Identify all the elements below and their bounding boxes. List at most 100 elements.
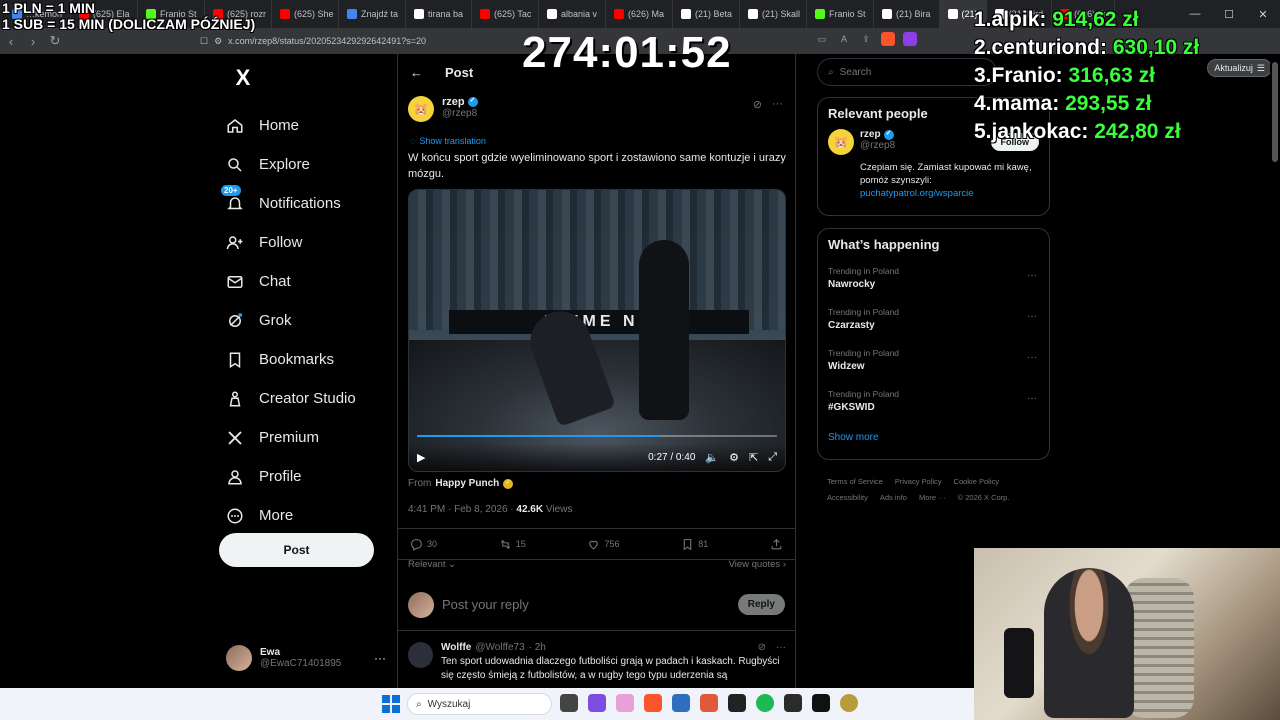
bookmark-star-icon[interactable]: ☐: [200, 36, 208, 47]
maximize-icon[interactable]: ☐: [1212, 0, 1246, 28]
author-name[interactable]: rzep: [442, 96, 465, 108]
browser-tab[interactable]: (21) Beta: [673, 0, 741, 28]
cast-icon[interactable]: ▭: [815, 32, 829, 46]
footer-link[interactable]: Cookie Policy: [954, 474, 999, 490]
commenter-avatar[interactable]: [408, 642, 433, 668]
footer-link[interactable]: Terms of Service: [827, 474, 883, 490]
grok-icon[interactable]: ⊘: [753, 98, 762, 111]
brave-shield-icon[interactable]: [881, 32, 895, 46]
more-dots-icon[interactable]: ···: [1027, 393, 1037, 404]
bookmark-action[interactable]: 81: [681, 538, 708, 551]
trend-item[interactable]: Trending in Poland #GKSWID ···: [818, 383, 1049, 424]
more-dots-icon[interactable]: ···: [1027, 270, 1037, 281]
trend-item[interactable]: Trending in Poland Czarzasty ···: [818, 301, 1049, 342]
reply-button[interactable]: Reply: [737, 594, 785, 615]
browser-tab[interactable]: albania v: [539, 0, 607, 28]
windows-start-icon[interactable]: [382, 695, 400, 713]
browser-tab[interactable]: (21) Bira: [874, 0, 940, 28]
author-avatar[interactable]: 🐹: [408, 96, 434, 122]
terminal-icon[interactable]: [812, 694, 830, 712]
nav-item-premium[interactable]: Premium: [219, 418, 389, 457]
popout-icon[interactable]: ⇱: [749, 451, 758, 464]
store-icon[interactable]: [672, 694, 690, 712]
footer-link[interactable]: Ads info: [880, 490, 907, 506]
show-more-link[interactable]: Show more: [818, 424, 1049, 453]
browser-tab[interactable]: (21) Skall: [740, 0, 808, 28]
nav-item-creator-studio[interactable]: Creator Studio: [219, 379, 389, 418]
post-timestamp[interactable]: 4:41 PM · Feb 8, 2026 ·: [408, 504, 516, 515]
brave-beta-icon[interactable]: [700, 694, 718, 712]
game-icon[interactable]: [840, 694, 858, 712]
reply-item[interactable]: Wolffe @Wolffe73 · 2h Ten sport udowadni…: [408, 642, 786, 683]
nav-item-bookmarks[interactable]: Bookmarks: [219, 340, 389, 379]
more-dots-icon[interactable]: ···: [1027, 352, 1037, 363]
share-icon[interactable]: ⇪: [859, 32, 873, 46]
reply-input[interactable]: Post your reply: [442, 597, 529, 612]
browser-tab[interactable]: (626) Ma: [606, 0, 674, 28]
show-translation-link[interactable]: ◌ Show translation: [410, 136, 486, 146]
post-button[interactable]: Post: [219, 533, 374, 567]
relevant-person-avatar[interactable]: 🐹: [828, 129, 854, 155]
footer-link[interactable]: Accessibility: [827, 490, 868, 506]
like-action[interactable]: 756: [587, 538, 620, 551]
back-icon[interactable]: ‹: [0, 34, 22, 49]
back-arrow-icon[interactable]: ←: [410, 65, 423, 80]
footer-link[interactable]: © 2026 X Corp.: [958, 490, 1010, 506]
translate-icon[interactable]: A: [837, 32, 851, 46]
app-icon[interactable]: [784, 694, 802, 712]
scrollbar-thumb[interactable]: [1272, 62, 1278, 162]
browser-tab[interactable]: (625) Tac: [472, 0, 540, 28]
search-input[interactable]: ⌕ Search: [817, 58, 997, 86]
trend-item[interactable]: Trending in Poland Widzew ···: [818, 342, 1049, 383]
more-dots-icon[interactable]: ···: [772, 98, 783, 111]
more-dots-icon[interactable]: ···: [776, 642, 786, 653]
fullscreen-icon[interactable]: ⤢: [768, 451, 777, 464]
update-button[interactable]: Aktualizuj ☰: [1207, 59, 1272, 77]
close-icon[interactable]: ✕: [1246, 0, 1280, 28]
nav-item-explore[interactable]: Explore: [219, 145, 389, 184]
browser-tab[interactable]: (625) She: [272, 0, 339, 28]
forward-icon[interactable]: ›: [22, 34, 44, 49]
rewards-icon[interactable]: [903, 32, 917, 46]
nav-item-chat[interactable]: Chat: [219, 262, 389, 301]
nav-item-home[interactable]: Home: [219, 106, 389, 145]
reply-action[interactable]: 30: [410, 538, 437, 551]
browser-tab[interactable]: Franio St: [807, 0, 875, 28]
volume-icon[interactable]: 🔈: [705, 451, 719, 464]
discord-icon[interactable]: [588, 694, 606, 712]
video-player[interactable]: PRIME NA ▶ 0:27 / 0:40 🔈 ⚙ ⇱ ⤢: [408, 189, 786, 472]
reply-sort-dropdown[interactable]: Relevant ⌄: [408, 559, 456, 579]
post-author[interactable]: 🐹 rzep @rzep8: [408, 96, 478, 122]
settings-gear-icon[interactable]: ⚙: [729, 451, 739, 464]
author-handle[interactable]: @rzep8: [442, 108, 478, 119]
account-switcher[interactable]: Ewa @EwaC71401895 ···: [226, 643, 386, 673]
nav-item-profile[interactable]: Profile: [219, 457, 389, 496]
footer-link[interactable]: Privacy Policy: [895, 474, 942, 490]
site-info-icon[interactable]: ⚙: [214, 36, 222, 47]
obs-icon[interactable]: [728, 694, 746, 712]
more-dots-icon[interactable]: ···: [374, 651, 386, 665]
view-quotes-link[interactable]: View quotes ›: [729, 559, 786, 579]
play-icon[interactable]: ▶: [417, 451, 425, 464]
nav-item-notifications[interactable]: 20+ Notifications: [219, 184, 389, 223]
nav-item-follow[interactable]: Follow: [219, 223, 389, 262]
trend-item[interactable]: Trending in Poland Nawrocky ···: [818, 260, 1049, 301]
taskbar-search[interactable]: ⌕ Wyszukaj: [407, 693, 552, 715]
grok-icon[interactable]: ⊘: [758, 642, 766, 653]
x-logo-icon[interactable]: X: [225, 60, 261, 96]
browser-tab[interactable]: Znajdź ta: [339, 0, 406, 28]
video-progress-bar[interactable]: [417, 435, 777, 437]
commenter-handle[interactable]: @Wolffe73: [475, 642, 524, 653]
task-view-icon[interactable]: [560, 694, 578, 712]
reload-icon[interactable]: ↻: [44, 33, 66, 49]
footer-link[interactable]: More ···: [919, 490, 946, 506]
source-account[interactable]: Happy Punch: [435, 478, 499, 489]
commenter-name[interactable]: Wolffe: [441, 642, 471, 653]
nav-item-grok[interactable]: Grok: [219, 301, 389, 340]
copilot-icon[interactable]: [616, 694, 634, 712]
nav-item-more[interactable]: More: [219, 496, 389, 535]
brave-icon[interactable]: [644, 694, 662, 712]
more-dots-icon[interactable]: ···: [1027, 311, 1037, 322]
browser-tab[interactable]: tirana ba: [406, 0, 473, 28]
spotify-icon[interactable]: [756, 694, 774, 712]
